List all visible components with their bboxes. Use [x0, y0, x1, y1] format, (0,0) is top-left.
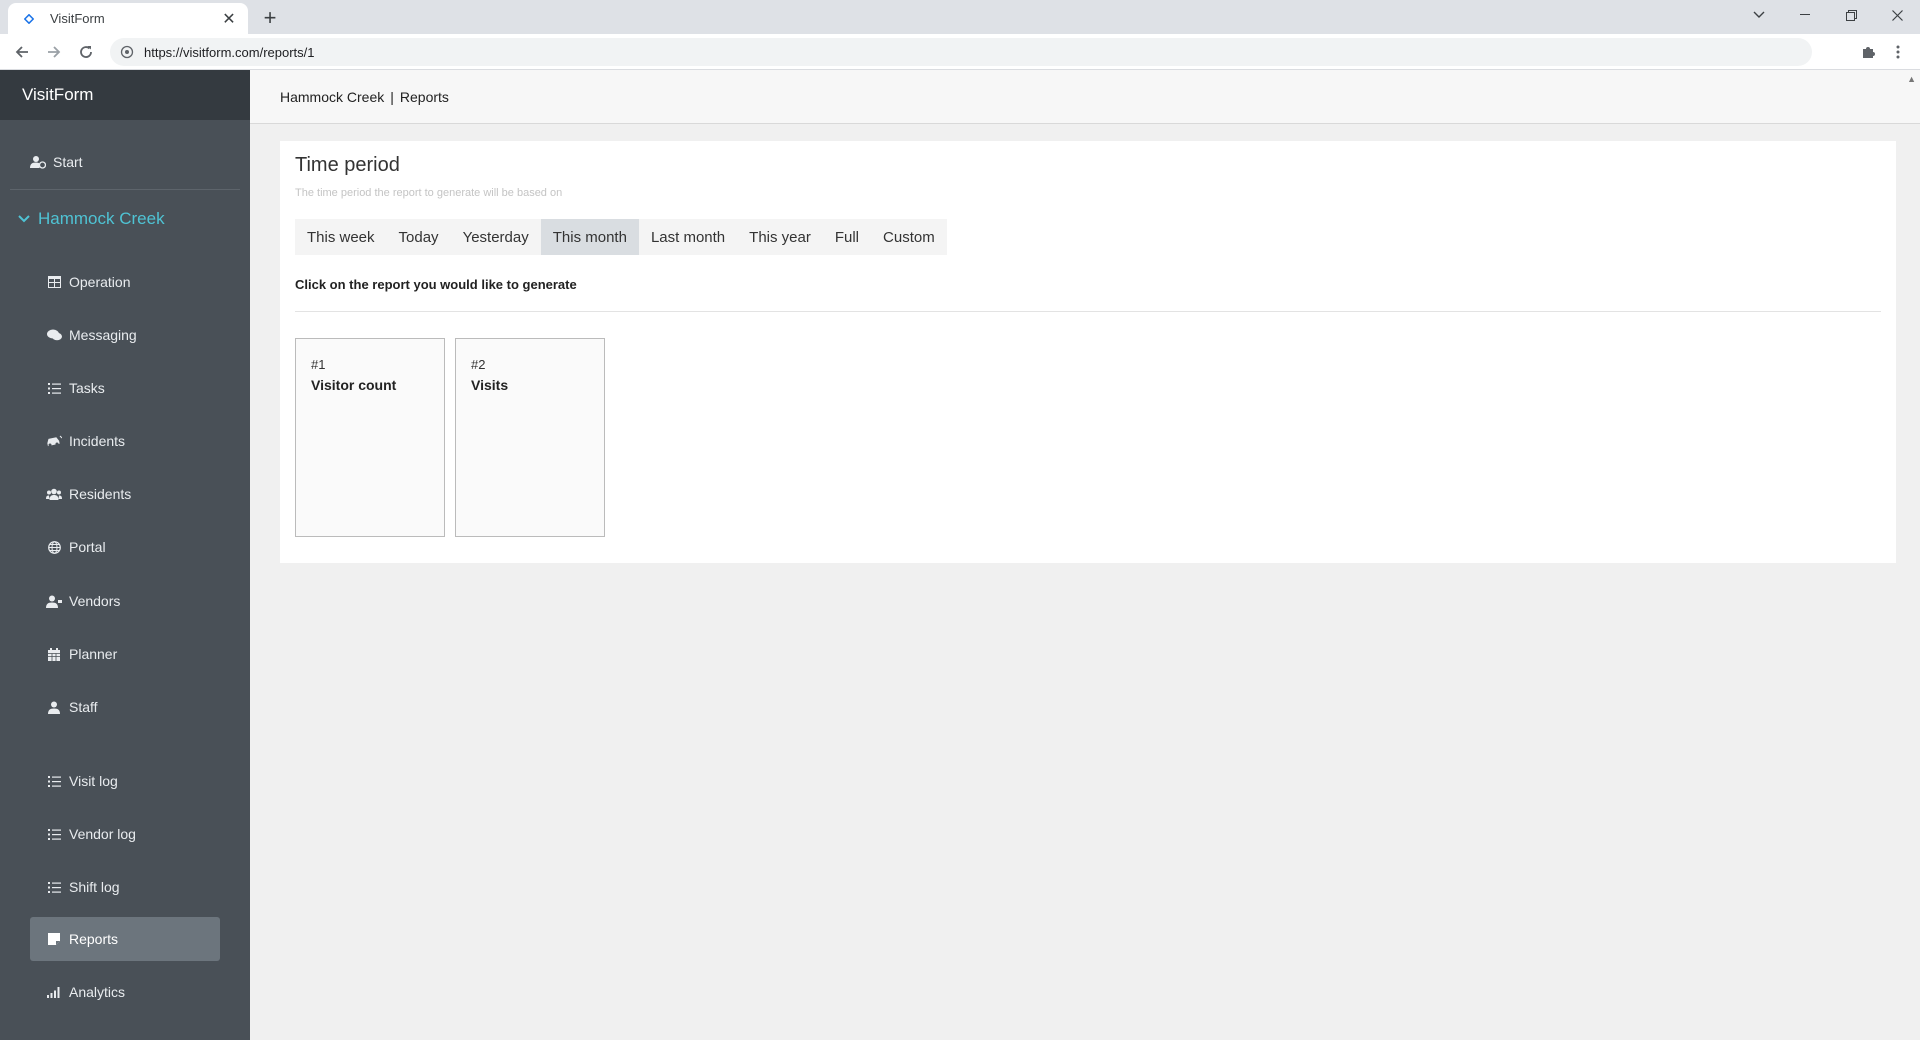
browser-tab[interactable]: VisitForm ✕: [8, 3, 248, 34]
sidebar-item-staff[interactable]: Staff: [30, 685, 220, 729]
address-bar[interactable]: https://visitform.com/reports/1: [110, 38, 1812, 66]
users-icon: [46, 486, 62, 502]
sidebar-item-analytics[interactable]: Analytics: [30, 970, 220, 1014]
report-number: #1: [311, 357, 326, 372]
scroll-up-arrow-icon[interactable]: ▲: [1907, 74, 1916, 84]
sidebar-item-label: Visit log: [69, 773, 118, 789]
sidebar-item-shift-log[interactable]: Shift log: [30, 865, 220, 909]
list-icon: [46, 380, 62, 396]
user-icon: [46, 699, 62, 715]
sidebar-item-incidents[interactable]: Incidents: [30, 419, 220, 463]
sidebar-item-planner[interactable]: Planner: [30, 632, 220, 676]
sidebar-item-tasks[interactable]: Tasks: [30, 366, 220, 410]
list-icon: [46, 773, 62, 789]
sidebar-item-label: Vendor log: [69, 826, 136, 842]
list-icon: [46, 826, 62, 842]
breadcrumb-separator: |: [390, 88, 394, 105]
back-arrow-icon[interactable]: [10, 40, 34, 64]
sidebar-item-label: Tasks: [69, 380, 105, 396]
sidebar-item-operation[interactable]: Operation: [30, 260, 220, 304]
reports-card: Time period The time period the report t…: [280, 141, 1896, 563]
new-tab-button[interactable]: +: [258, 5, 282, 30]
sidebar-item-label: Planner: [69, 646, 118, 662]
app-logo[interactable]: VisitForm: [0, 70, 250, 120]
globe-icon: [46, 539, 62, 555]
site-info-icon[interactable]: [118, 43, 136, 61]
browser-tab-bar: VisitForm ✕ +: [0, 0, 1920, 34]
browser-toolbar: https://visitform.com/reports/1: [0, 34, 1920, 70]
table-icon: [46, 274, 62, 290]
close-window-button[interactable]: [1874, 0, 1920, 30]
section-subtitle: The time period the report to generate w…: [295, 187, 563, 199]
sidebar-item-label: Staff: [69, 699, 98, 715]
sidebar-item-reports[interactable]: Reports: [30, 917, 220, 961]
calendar-icon: [46, 646, 62, 662]
tab-title: VisitForm: [50, 11, 105, 26]
chevron-down-icon: [18, 215, 32, 223]
comments-icon: [46, 327, 62, 343]
car-crash-icon: [46, 433, 62, 449]
minimize-button[interactable]: [1782, 0, 1828, 30]
breadcrumb: Hammock Creek | Reports: [250, 70, 1920, 124]
list-icon: [46, 879, 62, 895]
sidebar-divider: [10, 189, 240, 190]
report-card-visitor-count[interactable]: #1 Visitor count: [295, 338, 445, 537]
breadcrumb-page: Reports: [399, 88, 449, 105]
sidebar-item-messaging[interactable]: Messaging: [30, 313, 220, 357]
sidebar-item-portal[interactable]: Portal: [30, 525, 220, 569]
sidebar: VisitForm Start Hammock Creek Operation …: [0, 70, 250, 1040]
period-custom[interactable]: Custom: [871, 219, 947, 255]
period-full[interactable]: Full: [823, 219, 871, 255]
sidebar-item-label: Vendors: [69, 593, 121, 609]
site-group-label: Hammock Creek: [38, 209, 165, 228]
tab-search-icon[interactable]: [1736, 0, 1782, 30]
section-title: Time period: [295, 154, 400, 176]
sidebar-item-start[interactable]: Start: [22, 140, 212, 184]
period-yesterday[interactable]: Yesterday: [451, 219, 541, 255]
sidebar-item-label: Incidents: [69, 433, 126, 449]
report-instruction: Click on the report you would like to ge…: [295, 277, 577, 292]
time-period-selector: This week Today Yesterday This month Las…: [295, 219, 947, 255]
browser-menu-icon[interactable]: [1886, 40, 1910, 64]
report-name: Visitor count: [311, 377, 397, 393]
user-tie-icon: [46, 593, 62, 609]
period-last-month[interactable]: Last month: [639, 219, 737, 255]
sidebar-item-label: Residents: [69, 486, 132, 502]
period-this-year[interactable]: This year: [737, 219, 823, 255]
sidebar-item-visit-log[interactable]: Visit log: [30, 759, 220, 803]
breadcrumb-site[interactable]: Hammock Creek: [280, 89, 384, 105]
section-divider: [295, 311, 1881, 312]
sidebar-item-residents[interactable]: Residents: [30, 472, 220, 516]
restore-button[interactable]: [1828, 0, 1874, 30]
sidebar-item-label: Shift log: [69, 879, 120, 895]
report-name: Visits: [471, 377, 509, 393]
extensions-icon[interactable]: [1856, 40, 1880, 64]
report-number: #2: [471, 357, 486, 372]
report-card-visits[interactable]: #2 Visits: [455, 338, 605, 537]
tab-close-icon[interactable]: ✕: [220, 10, 238, 28]
period-today[interactable]: Today: [387, 219, 451, 255]
url-text: https://visitform.com/reports/1: [144, 44, 315, 60]
sidebar-item-label: Operation: [69, 274, 131, 290]
period-this-month[interactable]: This month: [540, 219, 639, 255]
sidebar-item-vendors[interactable]: Vendors: [30, 579, 220, 623]
forward-arrow-icon[interactable]: [42, 40, 66, 64]
site-favicon-icon: [22, 12, 36, 26]
period-this-week[interactable]: This week: [295, 219, 387, 255]
sidebar-item-label: Start: [53, 154, 83, 170]
sidebar-item-label: Messaging: [69, 327, 137, 343]
site-group-toggle[interactable]: Hammock Creek: [18, 204, 165, 234]
sticky-note-icon: [46, 931, 62, 947]
sidebar-item-vendor-log[interactable]: Vendor log: [30, 812, 220, 856]
sidebar-item-label: Portal: [69, 539, 106, 555]
signal-icon: [46, 984, 62, 1000]
user-clock-icon: [30, 154, 46, 170]
sidebar-item-label: Analytics: [69, 984, 126, 1000]
sidebar-item-label: Reports: [69, 931, 119, 947]
reload-icon[interactable]: [74, 40, 98, 64]
